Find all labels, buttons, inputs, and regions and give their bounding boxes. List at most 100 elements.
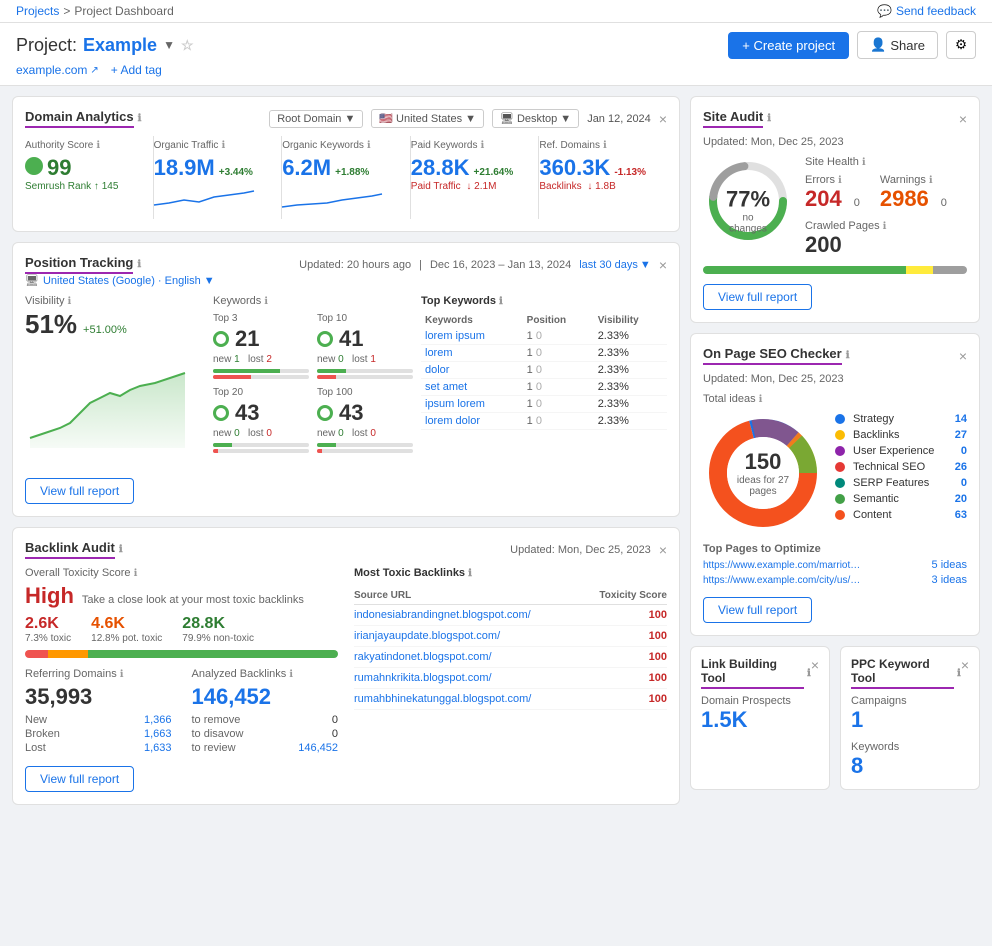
ba-rd-info[interactable]: ℹ <box>120 669 124 680</box>
sa-view-report-button[interactable]: View full report <box>703 284 812 310</box>
sa-health-info[interactable]: ℹ <box>862 157 866 168</box>
create-project-button[interactable]: + Create project <box>728 32 849 59</box>
da-info-icon[interactable]: ℹ <box>138 113 142 124</box>
ot-info-icon[interactable]: ℹ <box>221 140 225 151</box>
mtb-col-score: Toxicity Score <box>581 587 667 605</box>
ot-sparkline <box>154 185 270 215</box>
ba-ab-info[interactable]: ℹ <box>289 669 293 680</box>
ops-legend-item: Technical SEO26 <box>835 461 967 473</box>
ba-counts: 2.6K 7.3% toxic 4.6K 12.8% pot. toxic 28… <box>25 615 338 644</box>
ba-ab-disavow: to disavow 0 <box>192 728 339 740</box>
kw-circle-top20 <box>213 405 229 421</box>
pt-close-button[interactable]: × <box>659 257 667 273</box>
project-star-icon[interactable]: ☆ <box>181 37 194 54</box>
pk-info-icon[interactable]: ℹ <box>480 140 484 151</box>
pt-period-dropdown[interactable]: last 30 days ▼ <box>579 259 651 271</box>
sa-warnings-info[interactable]: ℹ <box>929 175 933 186</box>
visibility-chart <box>25 348 205 468</box>
breadcrumb: Projects > Project Dashboard <box>16 4 174 18</box>
ops-view-report-button[interactable]: View full report <box>703 597 812 623</box>
ba-overall-info[interactable]: ℹ <box>134 568 138 579</box>
ops-legend-dot <box>835 510 845 520</box>
chevron-down-icon: ▼ <box>344 113 355 125</box>
ops-legend-item: Content63 <box>835 509 967 521</box>
ba-right: Most Toxic Backlinks ℹ Source URL Toxici… <box>354 567 667 756</box>
ba-view-report-button[interactable]: View full report <box>25 766 134 792</box>
ba-bar-orange <box>48 650 88 658</box>
sa-close-button[interactable]: × <box>959 111 967 127</box>
settings-button[interactable]: ⚙ <box>946 31 976 59</box>
ops-legend-dot <box>835 446 845 456</box>
da-metrics: Authority Score ℹ 99 Semrush Rank ↑ 145 <box>25 136 667 219</box>
project-title: Project: Example ▼ ☆ <box>16 35 194 56</box>
ops-page-link[interactable]: https://www.example.com/city/us/mcdonou.… <box>703 575 863 586</box>
mtb-info-icon[interactable]: ℹ <box>468 568 472 579</box>
ba-info-icon[interactable]: ℹ <box>119 544 123 555</box>
domain-link[interactable]: example.com ↗ <box>16 63 99 77</box>
share-button[interactable]: 👤 Share <box>857 31 938 59</box>
da-country-dropdown[interactable]: 🇺🇸 United States ▼ <box>371 109 484 128</box>
top-keywords-table: Keywords Position Visibility lorem ipsum… <box>421 313 667 430</box>
sa-bar-green <box>703 266 906 274</box>
da-root-domain-dropdown[interactable]: Root Domain ▼ <box>269 110 363 128</box>
ba-rd-broken: Broken 1,663 <box>25 728 172 740</box>
send-feedback-link[interactable]: 💬 Send feedback <box>877 4 976 18</box>
paid-traffic-sub: Paid Traffic ↓ 2.1M <box>411 181 527 192</box>
ops-legend-item: Strategy14 <box>835 413 967 425</box>
da-paid-keywords: Paid Keywords ℹ 28.8K +21.64% Paid Traff… <box>411 136 540 219</box>
da-device-dropdown[interactable]: 🖥 Desktop ▼ <box>492 109 579 128</box>
tk-info-icon[interactable]: ℹ <box>499 296 503 307</box>
project-name[interactable]: Example <box>83 35 157 56</box>
add-tag-button[interactable]: + Add tag <box>111 63 162 77</box>
right-column: Site Audit ℹ × Updated: Mon, Dec 25, 202… <box>690 96 980 805</box>
pt-location-dropdown[interactable]: United States (Google) · English ▼ <box>43 275 215 287</box>
site-audit-card: Site Audit ℹ × Updated: Mon, Dec 25, 202… <box>690 96 980 323</box>
kw-circle-top100 <box>317 405 333 421</box>
sa-gauge-pct: 77% no changes <box>726 187 771 235</box>
chevron-down-icon: ▼ <box>560 113 571 125</box>
site-health-gauge: 77% no changes <box>703 156 793 246</box>
breadcrumb-projects[interactable]: Projects <box>16 4 59 18</box>
ok-info-icon[interactable]: ℹ <box>367 140 371 151</box>
vis-info-icon[interactable]: ℹ <box>68 296 72 307</box>
ba-close-button[interactable]: × <box>659 542 667 558</box>
sa-bar-yellow <box>906 266 932 274</box>
table-row: ipsum lorem1 02.33% <box>421 396 667 413</box>
lb-domain-prospects: Domain Prospects 1.5K <box>701 695 819 733</box>
monitor-icon: 🖥 <box>25 274 39 287</box>
da-authority-score: Authority Score ℹ 99 Semrush Rank ↑ 145 <box>25 136 154 219</box>
da-close-button[interactable]: × <box>659 111 667 127</box>
list-item: indonesiabrandingnet.blogspot.com/100 <box>354 605 667 626</box>
sa-health-label-area: Site Health ℹ <box>805 156 866 168</box>
pt-view-report-button[interactable]: View full report <box>25 478 134 504</box>
ppc-close-button[interactable]: × <box>961 657 969 673</box>
sa-crawled-info[interactable]: ℹ <box>883 221 887 232</box>
ops-info-icon[interactable]: ℹ <box>846 350 850 361</box>
ba-toxicity-bar <box>25 650 338 658</box>
tools-row: Link Building Tool ℹ × Domain Prospects … <box>690 646 980 790</box>
ops-body: 150 ideas for 27 pages Strategy14Backlin… <box>703 413 967 533</box>
sa-errors-info[interactable]: ℹ <box>838 175 842 186</box>
sa-body: 77% no changes Site Health ℹ <box>703 156 967 258</box>
ba-bar-green <box>88 650 338 658</box>
rd-info-icon[interactable]: ℹ <box>603 140 607 151</box>
kw-top20: Top 20 43 new 0 lost 0 <box>213 387 309 453</box>
project-dropdown-icon[interactable]: ▼ <box>163 38 175 52</box>
tk-col-visibility: Visibility <box>594 313 667 328</box>
header: Project: Example ▼ ☆ + Create project 👤 … <box>0 23 992 86</box>
ops-title: On Page SEO Checker ℹ <box>703 346 850 365</box>
ops-page-link[interactable]: https://www.example.com/marriott/country… <box>703 560 863 571</box>
sa-bar-gray <box>933 266 967 274</box>
ops-total-info[interactable]: ℹ <box>759 394 763 405</box>
lb-header: Link Building Tool ℹ × <box>701 657 819 689</box>
sa-crawled-label: Crawled Pages ℹ <box>805 220 967 232</box>
table-row: lorem ipsum1 02.33% <box>421 328 667 345</box>
ba-left: Overall Toxicity Score ℹ High Take a clo… <box>25 567 338 756</box>
pt-info-icon[interactable]: ℹ <box>137 259 141 270</box>
sa-info-icon[interactable]: ℹ <box>767 113 771 124</box>
as-info-icon[interactable]: ℹ <box>96 140 100 151</box>
sa-warnings-label: Warnings ℹ <box>880 174 947 186</box>
ops-close-button[interactable]: × <box>959 348 967 364</box>
kw-info-icon[interactable]: ℹ <box>264 296 268 307</box>
lb-close-button[interactable]: × <box>811 657 819 673</box>
